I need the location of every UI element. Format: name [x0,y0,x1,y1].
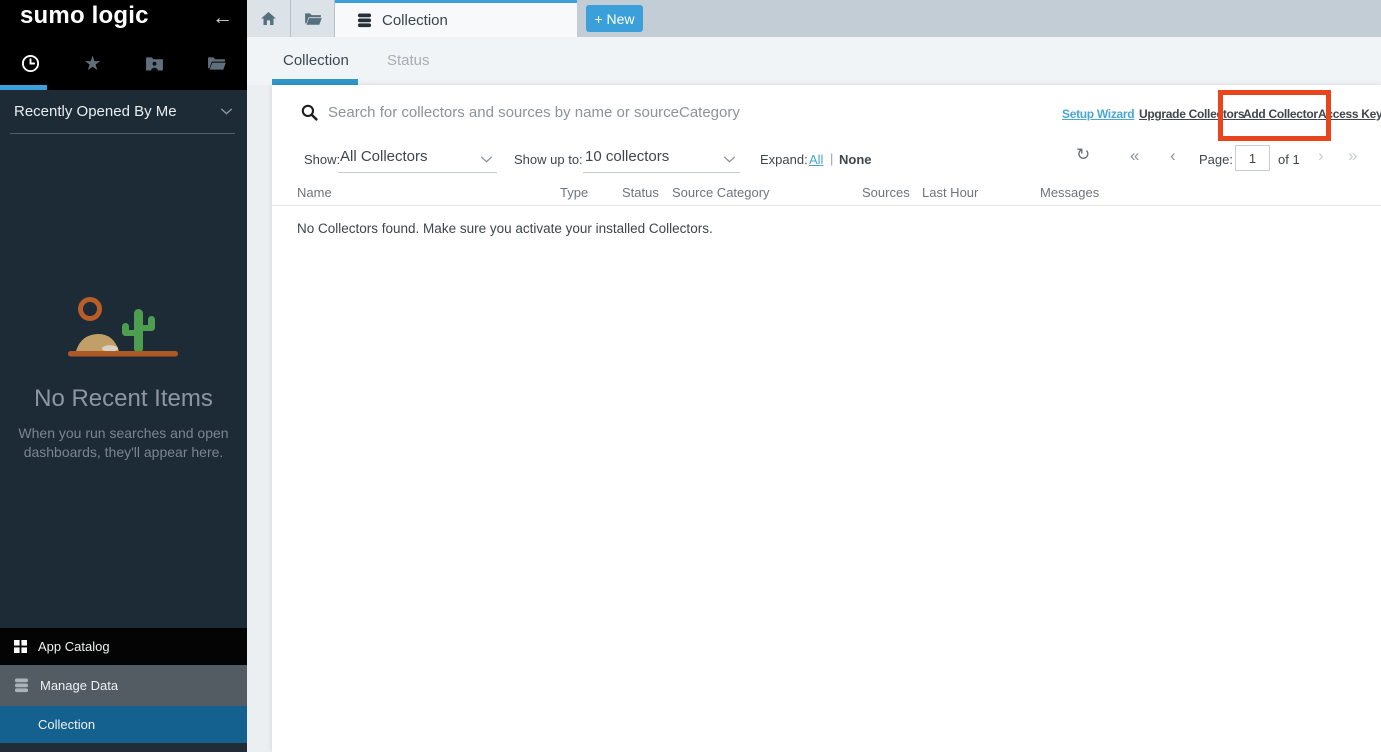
folder-tab-button[interactable] [291,0,335,37]
expand-none-link[interactable]: None [839,152,872,167]
sidebar-item-app-catalog[interactable]: App Catalog [0,628,247,665]
personal-folder-icon [145,56,164,71]
refresh-icon[interactable]: ↻ [1076,145,1090,165]
column-header-sources[interactable]: Sources [862,185,910,200]
previous-page-icon[interactable]: ‹ [1170,146,1176,166]
limit-filter-label: Show up to: [514,152,583,167]
expand-separator: | [830,151,833,166]
column-header-source-category[interactable]: Source Category [672,185,770,200]
last-page-icon[interactable]: » [1348,146,1357,166]
database-icon [357,13,372,28]
no-recent-items-description: When you run searches and open dashboard… [14,424,233,462]
access-keys-link[interactable]: Access Keys [1318,107,1381,121]
search-input[interactable] [328,98,948,126]
sidebar-item-label: App Catalog [38,639,110,654]
empty-table-message: No Collectors found. Make sure you activ… [297,221,713,236]
tab-label: Collection [382,12,448,29]
sumo-logic-logo: sumo logic [20,2,149,30]
sidebar-tab-favorites[interactable]: ★ [62,42,124,85]
clock-icon [21,54,40,73]
recents-dropdown[interactable]: Recently Opened By Me [0,90,247,135]
column-header-name[interactable]: Name [297,185,332,200]
sidebar-item-manage-data[interactable]: Manage Data [0,665,247,706]
upgrade-collectors-link[interactable]: Upgrade Collectors [1139,107,1244,121]
sidebar-nav-icons: ★ [0,42,247,85]
column-header-type[interactable]: Type [560,185,588,200]
subtab-status[interactable]: Status [387,52,430,69]
page-total: of 1 [1278,152,1300,167]
show-filter-value: All Collectors [340,148,428,165]
table-header-row: Name Type Status Source Category Sources… [272,183,1381,206]
page-number-input[interactable] [1235,145,1270,171]
expand-label: Expand: [760,152,808,167]
collection-panel: Setup Wizard Upgrade Collectors Add Coll… [272,85,1381,752]
show-filter-label: Show: [304,152,340,167]
column-header-messages[interactable]: Messages [1040,185,1099,200]
recents-dropdown-label: Recently Opened By Me [14,103,177,120]
grid-icon [14,640,27,653]
subtab-collection[interactable]: Collection [283,52,349,69]
sidebar-item-label: Manage Data [40,678,118,693]
collapse-sidebar-icon[interactable]: ← [212,6,233,30]
main-area: Collection + New Collection Status Setup… [247,0,1381,752]
divider [10,133,235,134]
sidebar-tab-personal-folder[interactable] [124,42,186,85]
chevron-down-icon [723,156,736,163]
column-header-status[interactable]: Status [622,185,659,200]
star-icon: ★ [84,54,102,74]
sidebar-bottom-strip [0,743,247,752]
expand-all-link[interactable]: All [809,152,823,167]
sidebar: sumo logic ← ★ Recently Opened By Me [0,0,247,752]
column-header-last-hour[interactable]: Last Hour [922,185,978,200]
open-folder-icon [207,56,226,71]
secondary-tabs: Collection Status [247,37,1381,85]
database-icon [14,678,29,693]
limit-filter-dropdown[interactable]: 10 collectors [583,143,740,173]
sidebar-item-label: Collection [38,717,95,732]
open-folder-icon [304,12,322,26]
add-collector-link[interactable]: Add Collector [1243,107,1318,121]
next-page-icon[interactable]: › [1318,146,1324,166]
chevron-down-icon [480,156,493,163]
show-filter-dropdown[interactable]: All Collectors [338,143,497,173]
limit-filter-value: 10 collectors [585,148,669,165]
content-area: Setup Wizard Upgrade Collectors Add Coll… [247,85,1381,752]
chevron-down-icon [220,108,233,115]
no-recent-items-title: No Recent Items [0,385,247,413]
sidebar-tab-library[interactable] [185,42,247,85]
sidebar-item-collection[interactable]: Collection [0,706,247,743]
new-button[interactable]: + New [586,5,643,32]
setup-wizard-link[interactable]: Setup Wizard [1062,107,1134,121]
home-icon [261,12,276,25]
sidebar-tab-recents[interactable] [0,42,62,85]
home-button[interactable] [247,0,291,37]
desert-cactus-illustration [58,289,188,367]
top-tab-strip: Collection + New [247,0,1381,37]
tab-collection[interactable]: Collection [335,0,577,37]
page-label: Page: [1199,152,1233,167]
first-page-icon[interactable]: « [1130,146,1139,166]
sidebar-header: sumo logic ← ★ [0,0,247,90]
search-icon [301,104,318,121]
